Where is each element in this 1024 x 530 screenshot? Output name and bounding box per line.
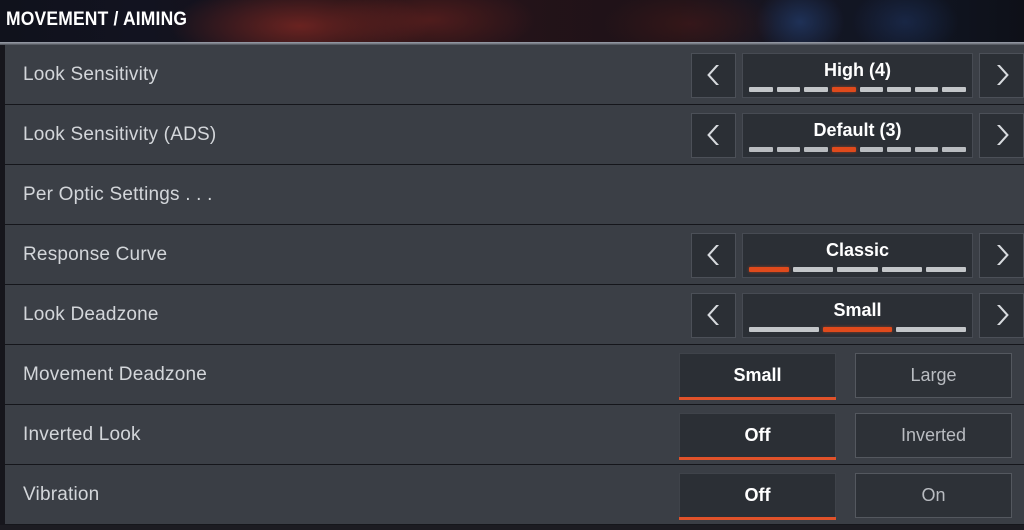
settings-row-list: Look Sensitivity High (4) Look Sensitivity… [0, 45, 1024, 525]
settings-row[interactable]: Movement Deadzone Small Large [5, 345, 1024, 405]
slider-segment [776, 86, 801, 92]
slider-segment [925, 266, 967, 272]
slider-segment [887, 86, 911, 92]
slider-segments [749, 86, 966, 92]
settings-row[interactable]: Response Curve Classic [5, 225, 1024, 285]
settings-row-label: Response Curve [23, 243, 168, 265]
slider-segment [881, 266, 922, 272]
settings-row[interactable]: Look Sensitivity High (4) [5, 45, 1024, 105]
chevron-right-icon [992, 303, 1012, 327]
slider-value-panel[interactable]: Small [742, 292, 973, 338]
slider-control: High (4) [691, 45, 1024, 105]
slider-segment [859, 86, 884, 92]
slider-control: Classic [691, 225, 1024, 285]
toggle-group: Small Large [679, 352, 1024, 400]
settings-row-label: Look Deadzone [23, 303, 159, 325]
chevron-left-icon [704, 243, 724, 267]
slider-segment-active [831, 146, 856, 152]
slider-segment [914, 146, 939, 152]
settings-row-label: Per Optic Settings . . . [23, 183, 213, 205]
toggle-control: Off Inverted [679, 405, 1024, 465]
decrement-button[interactable] [691, 52, 736, 98]
slider-segment-active [831, 86, 856, 92]
slider-segments [749, 266, 967, 272]
toggle-control: Small Large [679, 345, 1024, 405]
decrement-button[interactable] [691, 292, 736, 338]
settings-row[interactable]: Per Optic Settings . . . [5, 165, 1024, 225]
slider-segment [837, 266, 878, 272]
slider-control: Small [691, 285, 1024, 345]
settings-row[interactable]: Vibration Off On [5, 465, 1024, 525]
settings-row-label: Vibration [23, 483, 100, 505]
slider-segment [914, 86, 939, 92]
toggle-option-button[interactable]: Off [679, 472, 836, 520]
increment-button[interactable] [979, 112, 1024, 158]
toggle-option-button[interactable]: Large [855, 352, 1012, 398]
slider-segment [887, 146, 911, 152]
chevron-right-icon [992, 123, 1012, 147]
slider-segment [942, 146, 966, 152]
slider-segments [749, 326, 967, 332]
slider-segment [749, 326, 819, 332]
slider-value-panel[interactable]: High (4) [742, 52, 973, 98]
settings-row-label: Look Sensitivity (ADS) [23, 123, 217, 145]
slider-segment [749, 86, 773, 92]
slider-segment [896, 326, 967, 332]
slider-value-panel[interactable]: Classic [742, 232, 973, 278]
slider-segment [793, 266, 834, 272]
slider-value-panel[interactable]: Default (3) [742, 112, 973, 158]
chevron-right-icon [992, 63, 1012, 87]
slider-segment [859, 146, 884, 152]
slider-value-text: High (4) [824, 59, 891, 80]
slider-segments [749, 146, 966, 152]
toggle-option-button[interactable]: Small [679, 352, 836, 400]
toggle-group: Off On [679, 472, 1024, 520]
toggle-option-button[interactable]: Off [679, 412, 836, 460]
slider-segment-active [822, 326, 893, 332]
slider-segment [776, 146, 801, 152]
section-header: MOVEMENT / AIMING [0, 0, 1024, 45]
settings-row[interactable]: Look Sensitivity (ADS) Default (3) [5, 105, 1024, 165]
toggle-option-button[interactable]: On [855, 472, 1012, 518]
slider-segment-active [749, 266, 790, 272]
settings-screen: MOVEMENT / AIMING Look Sensitivity High (… [0, 0, 1024, 530]
chevron-left-icon [704, 63, 724, 87]
decrement-button[interactable] [691, 112, 736, 158]
increment-button[interactable] [979, 52, 1024, 98]
settings-row[interactable]: Inverted Look Off Inverted [5, 405, 1024, 465]
toggle-option-button[interactable]: Inverted [855, 412, 1012, 458]
decrement-button[interactable] [691, 232, 736, 278]
page-title: MOVEMENT / AIMING [6, 9, 188, 30]
increment-button[interactable] [979, 232, 1024, 278]
chevron-left-icon [704, 303, 724, 327]
slider-segment [749, 146, 773, 152]
settings-row-label: Look Sensitivity [23, 63, 159, 85]
slider-segment [804, 146, 828, 152]
slider-control: Default (3) [691, 105, 1024, 165]
settings-row-label: Inverted Look [23, 423, 141, 445]
slider-segment [804, 86, 828, 92]
chevron-right-icon [992, 243, 1012, 267]
settings-row[interactable]: Look Deadzone Small [5, 285, 1024, 345]
toggle-control: Off On [679, 465, 1024, 525]
slider-segment [942, 86, 966, 92]
settings-row-label: Movement Deadzone [23, 363, 208, 385]
toggle-group: Off Inverted [679, 412, 1024, 460]
chevron-left-icon [704, 123, 724, 147]
slider-value-text: Default (3) [813, 119, 902, 140]
slider-value-text: Classic [825, 239, 890, 260]
increment-button[interactable] [979, 292, 1024, 338]
slider-value-text: Small [833, 299, 882, 320]
